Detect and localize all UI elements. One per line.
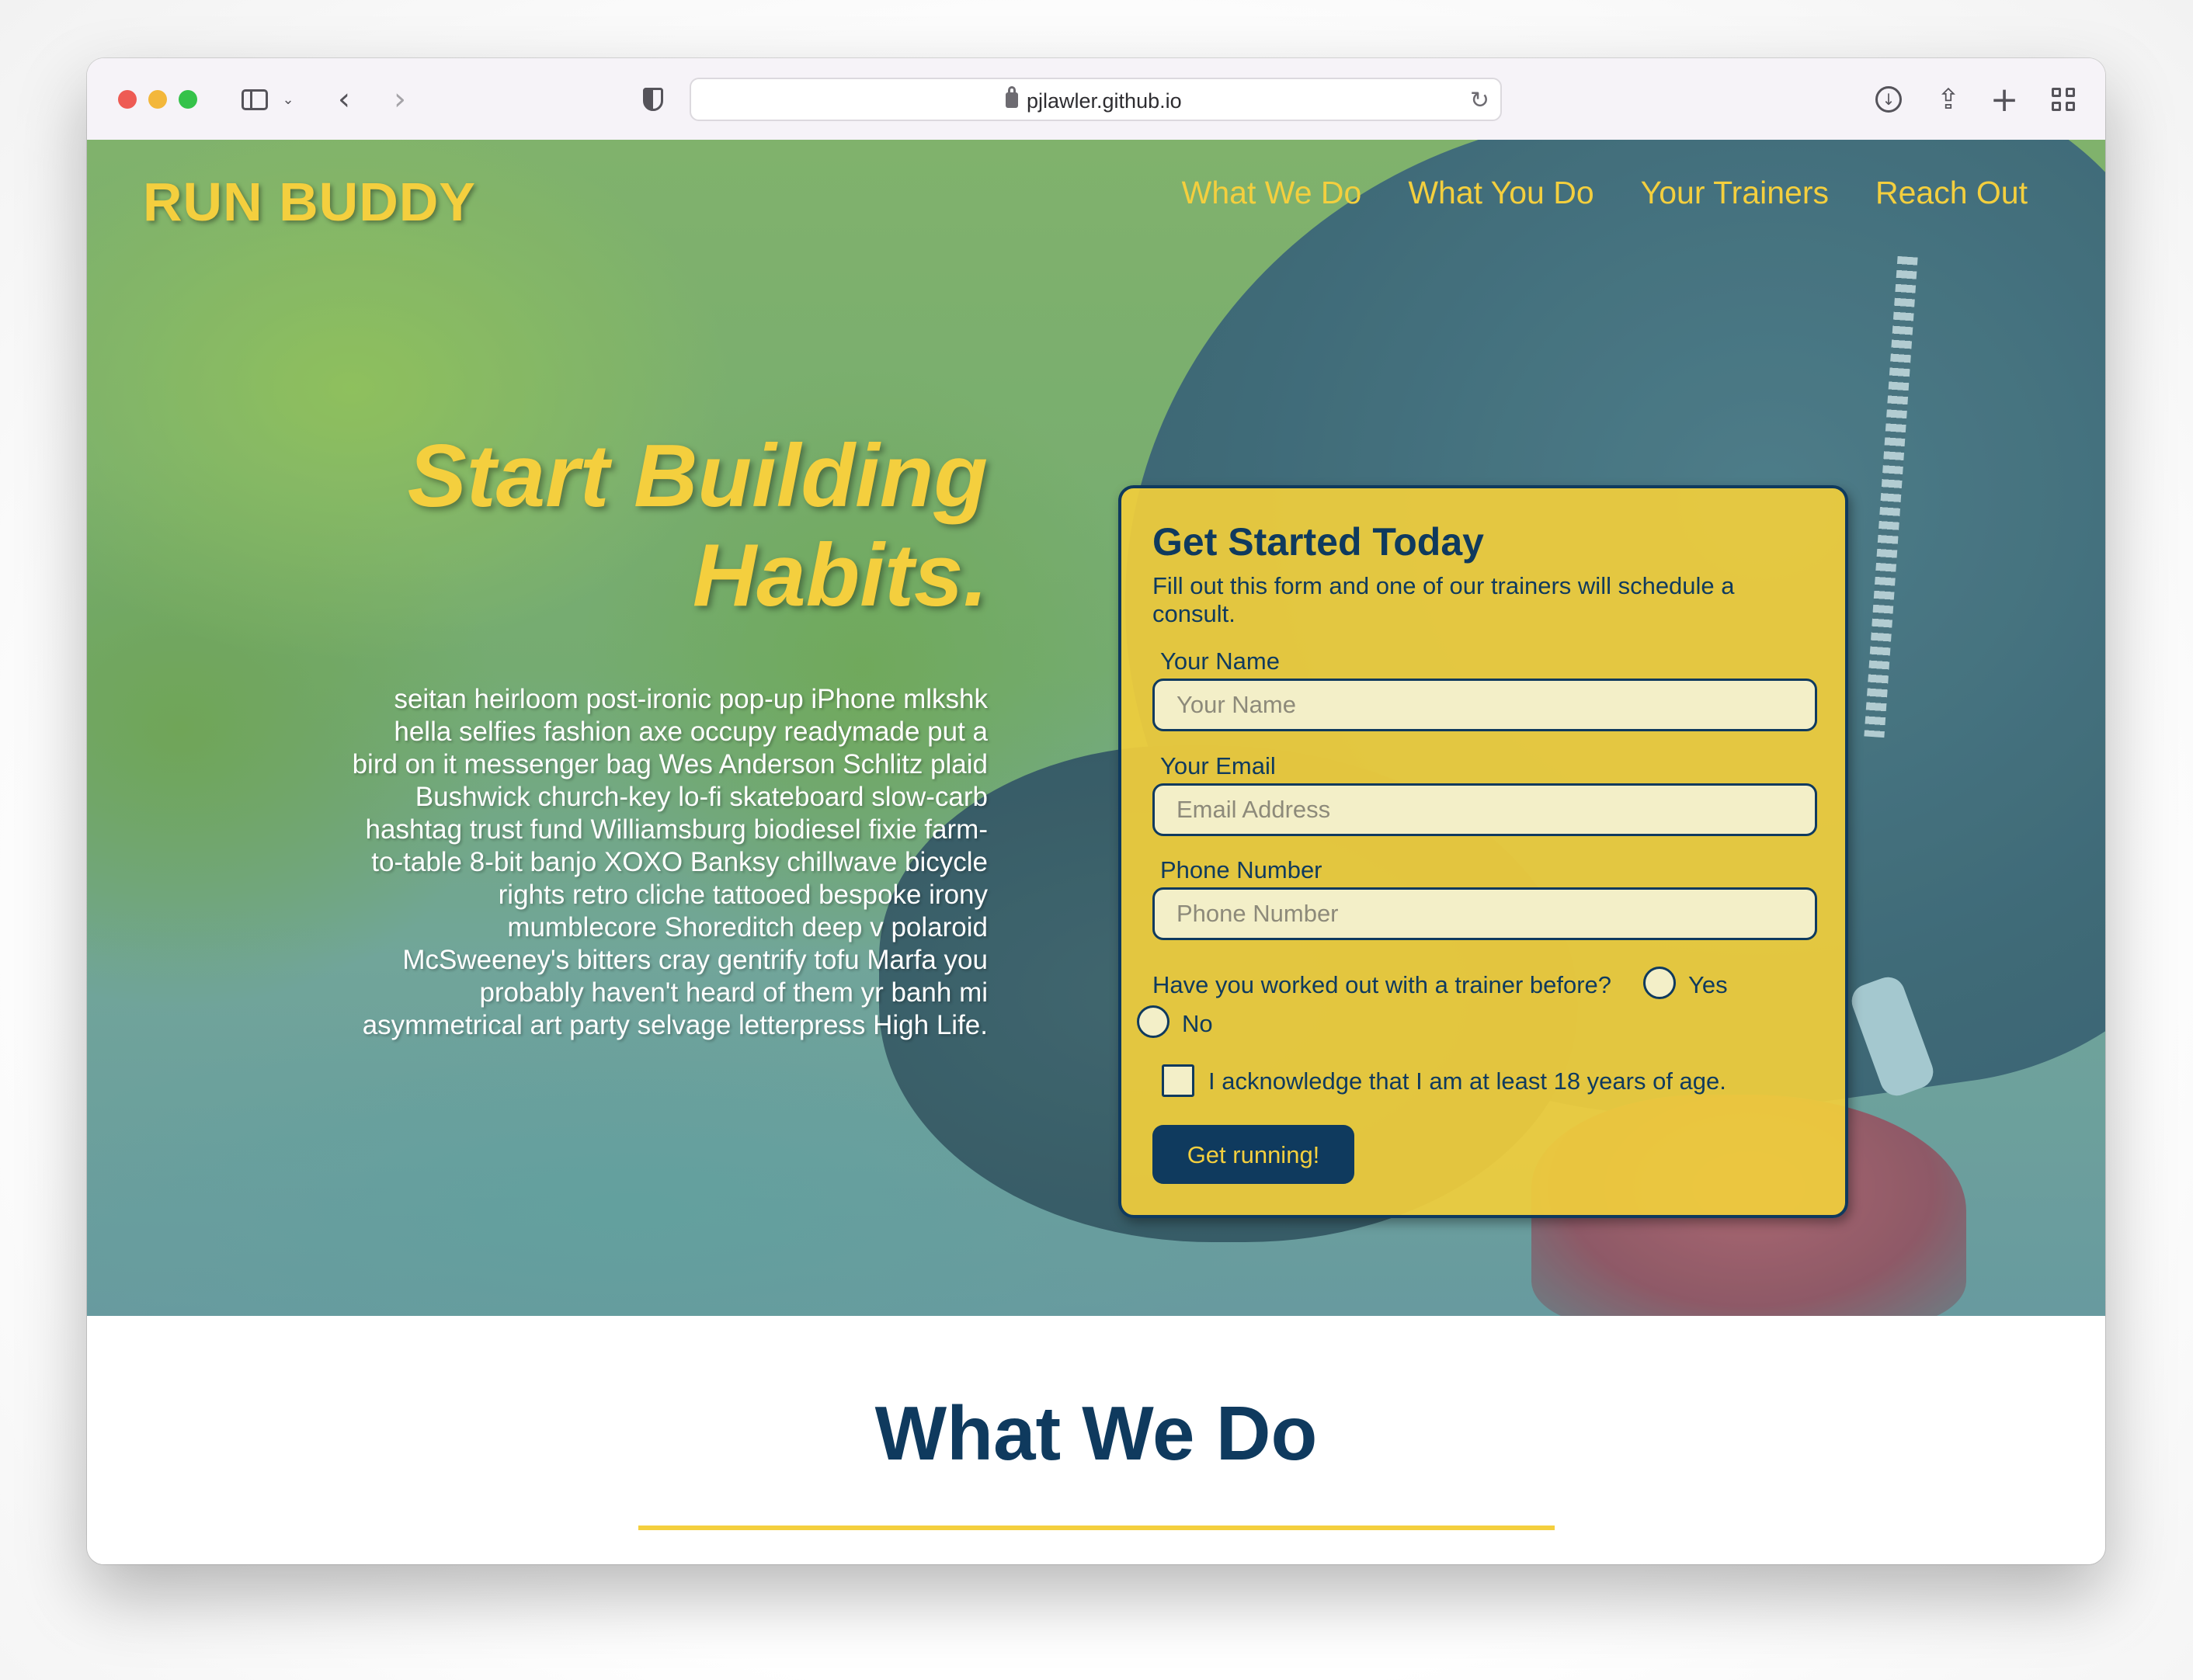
- chevron-down-icon[interactable]: ⌄: [280, 85, 297, 114]
- sidebar-icon[interactable]: [239, 85, 270, 114]
- address-url: pjlawler.github.io: [1027, 89, 1182, 113]
- radio-yes[interactable]: [1643, 967, 1676, 999]
- site-logo[interactable]: RUN BUDDY: [143, 171, 476, 233]
- phone-label: Phone Number: [1160, 856, 1322, 883]
- minimize-window-button[interactable]: [148, 90, 167, 109]
- age-checkbox[interactable]: [1162, 1064, 1194, 1097]
- address-bar[interactable]: pjlawler.github.io ↻: [690, 78, 1502, 121]
- radio-yes-label: Yes: [1688, 971, 1728, 998]
- nav-link-what-we-do[interactable]: What We Do: [1182, 175, 1362, 211]
- section-divider: [638, 1526, 1555, 1530]
- section-title: What We Do: [874, 1390, 1318, 1476]
- hero-headline: Start Building Habits.: [407, 427, 988, 625]
- email-label: Your Email: [1160, 752, 1276, 779]
- zoom-window-button[interactable]: [179, 90, 197, 109]
- main-nav: What We Do What You Do Your Trainers Rea…: [1182, 175, 2028, 211]
- name-input[interactable]: [1152, 679, 1817, 731]
- signup-form: Get Started Today Fill out this form and…: [1118, 485, 1848, 1218]
- nav-link-your-trainers[interactable]: Your Trainers: [1641, 175, 1829, 211]
- what-we-do-section: What We Do: [87, 1316, 2105, 1564]
- nav-link-what-you-do[interactable]: What You Do: [1408, 175, 1593, 211]
- forward-arrow-icon[interactable]: ›: [388, 82, 412, 117]
- radio-no-label: No: [1182, 1010, 1213, 1037]
- age-checkbox-label: I acknowledge that I am at least 18 year…: [1208, 1067, 1726, 1095]
- radio-no[interactable]: [1137, 1005, 1169, 1038]
- share-icon[interactable]: ⇪: [1934, 84, 1963, 116]
- download-icon[interactable]: ↓: [1873, 85, 1904, 114]
- hero-section: RUN BUDDY What We Do What You Do Your Tr…: [87, 140, 2105, 1316]
- email-input[interactable]: [1152, 783, 1817, 836]
- phone-input[interactable]: [1152, 887, 1817, 940]
- name-label: Your Name: [1160, 647, 1280, 675]
- reload-icon[interactable]: ↻: [1470, 87, 1489, 114]
- browser-window: ⌄ ‹ › pjlawler.github.io ↻ ↓ ⇪ + RUN BUD…: [87, 58, 2105, 1564]
- hero-blurb: seitan heirloom post-ironic pop-up iPhon…: [352, 684, 988, 1040]
- nav-link-reach-out[interactable]: Reach Out: [1875, 175, 2028, 211]
- close-window-button[interactable]: [118, 90, 137, 109]
- new-tab-icon[interactable]: +: [1990, 80, 2019, 120]
- form-subtitle: Fill out this form and one of our traine…: [1152, 572, 1735, 627]
- tab-overview-icon[interactable]: [2049, 85, 2078, 114]
- back-arrow-icon[interactable]: ‹: [332, 82, 356, 117]
- privacy-shield-icon[interactable]: [639, 85, 667, 114]
- lock-icon: [1006, 86, 1018, 108]
- form-title: Get Started Today: [1152, 520, 1484, 564]
- trainer-question: Have you worked out with a trainer befor…: [1152, 971, 1612, 998]
- submit-button[interactable]: Get running!: [1152, 1125, 1354, 1184]
- browser-toolbar: ⌄ ‹ › pjlawler.github.io ↻ ↓ ⇪ +: [87, 58, 2105, 141]
